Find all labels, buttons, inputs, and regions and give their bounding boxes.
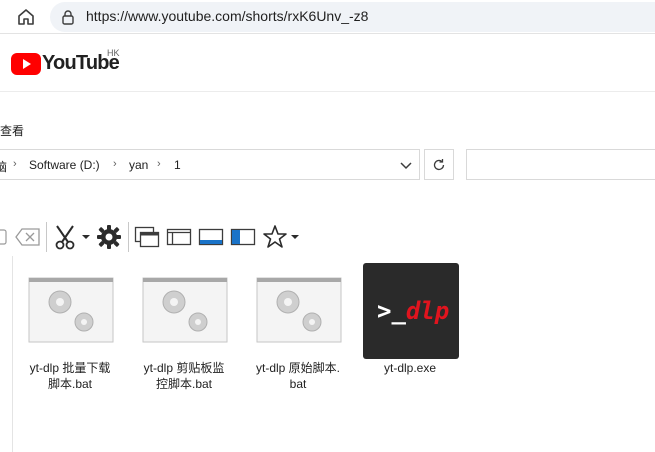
star-icon: [263, 225, 299, 248]
file-name: yt-dlp 批量下载 脚本.bat: [20, 360, 120, 392]
layout-icon: [166, 228, 192, 246]
address-bar[interactable]: https://www.youtube.com/shorts/rxK6Unv_-…: [50, 2, 655, 32]
pane-left-icon: [230, 228, 256, 246]
home-button[interactable]: [14, 5, 38, 29]
search-input[interactable]: [466, 149, 655, 180]
new-window-button[interactable]: [134, 224, 160, 250]
chevron-right-icon: ›: [113, 158, 117, 170]
file-name-line: yt-dlp.exe: [383, 361, 437, 375]
file-name-line: 脚本.bat: [47, 377, 93, 391]
rename-icon: [0, 229, 7, 245]
browser-toolbar: https://www.youtube.com/shorts/rxK6Unv_-…: [0, 0, 655, 34]
toolbar-divider: [128, 222, 129, 252]
breadcrumb-folder-yan[interactable]: yan: [129, 158, 148, 172]
bat-file-icon: [142, 277, 228, 343]
delete-icon: [15, 228, 40, 246]
file-name-line: bat: [289, 377, 307, 391]
file-name-line: 控脚本.bat: [155, 377, 213, 391]
preview-pane-left-button[interactable]: [230, 224, 256, 250]
file-name: yt-dlp 原始脚本. bat: [248, 360, 348, 392]
lock-icon[interactable]: [60, 9, 76, 25]
refresh-icon: [433, 158, 445, 170]
menu-view[interactable]: 查看: [0, 122, 24, 139]
breadcrumb-folder-1[interactable]: 1: [174, 158, 181, 172]
file-name-line: yt-dlp 原始脚本.: [255, 361, 340, 375]
chevron-right-icon: ›: [157, 158, 161, 170]
settings-button[interactable]: [96, 224, 122, 250]
url-text[interactable]: https://www.youtube.com/shorts/rxK6Unv_-…: [86, 8, 368, 24]
gear-icon: [97, 225, 121, 249]
bat-file-icon: [256, 277, 342, 343]
chevron-right-icon: ›: [13, 158, 17, 170]
dlp-glyph: dlp: [405, 297, 450, 325]
explorer-menu-bar: 查看: [0, 92, 655, 148]
preview-pane-bottom-button[interactable]: [198, 224, 224, 250]
pane-bottom-icon: [198, 228, 224, 246]
region-code: HK: [107, 48, 120, 58]
youtube-header: YouTube HK: [0, 34, 655, 92]
prompt-glyph: >_: [377, 297, 406, 325]
sidebar-edge: [12, 256, 13, 452]
chevron-down-icon[interactable]: [397, 156, 415, 174]
delete-button[interactable]: [14, 224, 42, 250]
scissors-icon: [55, 225, 90, 250]
breadcrumb-drive[interactable]: Software (D:): [29, 158, 100, 172]
file-name-line: yt-dlp 批量下载: [29, 361, 111, 375]
file-name-line: yt-dlp 剪贴板监: [143, 361, 225, 375]
exe-file-icon: >_dlp: [363, 263, 459, 359]
breadcrumb-this-pc[interactable]: 脑: [0, 158, 7, 175]
rename-button[interactable]: [0, 224, 8, 250]
path-bar[interactable]: 脑 › Software (D:) › yan › 1: [0, 149, 420, 180]
windows-icon: [134, 226, 160, 248]
youtube-play-icon: [11, 53, 41, 75]
favorites-button[interactable]: [262, 224, 302, 250]
details-pane-button[interactable]: [166, 224, 192, 250]
bat-file-icon: [28, 277, 114, 343]
explorer-toolbar: [0, 218, 655, 256]
file-name: yt-dlp.exe: [360, 360, 460, 376]
refresh-button[interactable]: [424, 149, 454, 180]
cut-button[interactable]: [52, 224, 92, 250]
yt-dlp-logo: >_dlp: [377, 297, 449, 325]
toolbar-divider: [46, 222, 47, 252]
file-name: yt-dlp 剪贴板监 控脚本.bat: [134, 360, 234, 392]
home-icon: [18, 9, 34, 25]
